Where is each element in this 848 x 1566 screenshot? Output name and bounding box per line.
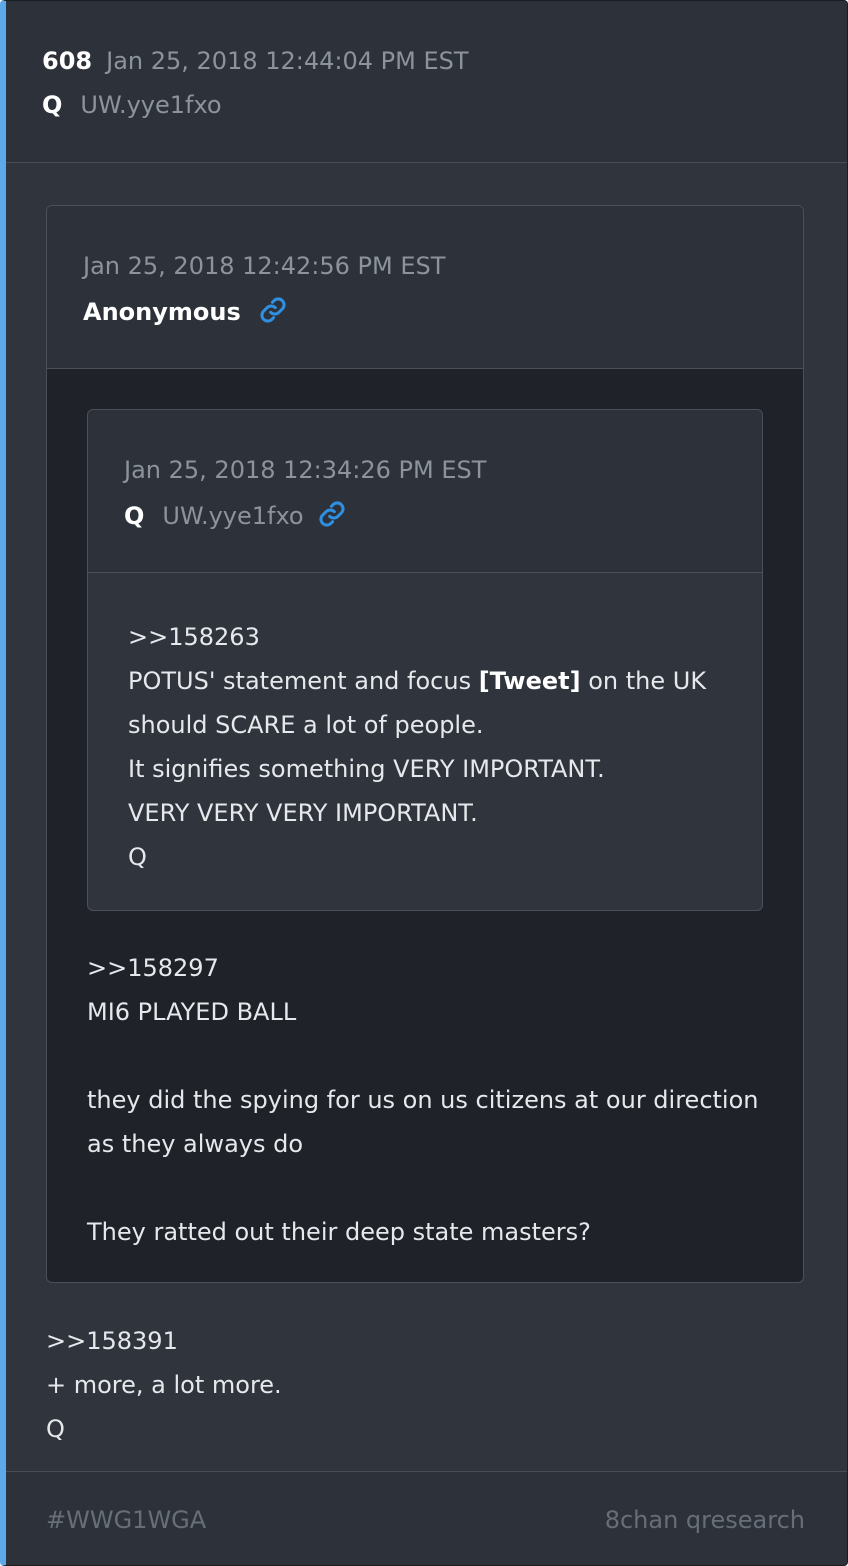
link-icon[interactable] xyxy=(318,500,346,534)
post-card: 608 Jan 25, 2018 12:44:04 PM EST Q UW.yye1… xyxy=(0,0,848,1566)
body-line: they did the spying for us on us citizen… xyxy=(87,1086,759,1114)
post-author-line: Q UW.yye1fxo xyxy=(42,91,222,119)
post-body: >>158391 + more, a lot more. Q xyxy=(46,1319,282,1451)
quoted-post-q: Jan 25, 2018 12:34:26 PM EST Q UW.yye1fxo… xyxy=(87,409,763,911)
reply-link[interactable]: >>158297 xyxy=(87,946,758,990)
post-header: 608 Jan 25, 2018 12:44:04 PM EST Q UW.yye1… xyxy=(6,1,847,163)
body-line: They ratted out their deep state masters… xyxy=(87,1218,591,1246)
body-line: VERY VERY VERY IMPORTANT. xyxy=(128,799,478,827)
quoted-post-header: Jan 25, 2018 12:42:56 PM EST Anonymous xyxy=(47,206,803,369)
body-line xyxy=(87,1034,758,1078)
nested-quote-tripcode: UW.yye1fxo xyxy=(162,502,304,530)
body-line: should SCARE a lot of people. xyxy=(128,711,484,739)
nested-quote-body: >>158263 POTUS' statement and focus [Twe… xyxy=(128,615,706,879)
nested-quote-author-line: Q UW.yye1fxo xyxy=(124,500,346,534)
quoted-post-author-line: Anonymous xyxy=(83,296,287,330)
body-line: Q xyxy=(46,1415,65,1443)
body-line: It signifies something VERY IMPORTANT. xyxy=(128,755,605,783)
post-tripcode: UW.yye1fxo xyxy=(80,91,222,119)
tweet-tag: [Tweet] xyxy=(478,667,581,695)
quoted-post-author: Anonymous xyxy=(83,298,241,326)
post-footer: #WWG1WGA 8chan qresearch xyxy=(6,1471,847,1565)
post-timestamp: Jan 25, 2018 12:44:04 PM EST xyxy=(106,47,469,75)
nested-quote-timestamp: Jan 25, 2018 12:34:26 PM EST xyxy=(124,456,487,484)
post-number[interactable]: 608 xyxy=(42,47,92,75)
body-line: as they always do xyxy=(87,1130,304,1158)
nested-quote-header: Jan 25, 2018 12:34:26 PM EST Q UW.yye1fxo xyxy=(88,410,762,573)
link-icon[interactable] xyxy=(259,296,287,330)
quoted-post-anonymous: Jan 25, 2018 12:42:56 PM EST Anonymous J… xyxy=(46,205,804,1283)
body-line: + more, a lot more. xyxy=(46,1371,282,1399)
quoted-post-timestamp: Jan 25, 2018 12:42:56 PM EST xyxy=(83,252,446,280)
hashtag[interactable]: #WWG1WGA xyxy=(46,1506,206,1534)
body-line xyxy=(87,1166,758,1210)
reply-link[interactable]: >>158263 xyxy=(128,615,706,659)
body-text-segment: POTUS' statement and focus xyxy=(128,667,479,695)
nested-quote-author: Q xyxy=(124,502,145,530)
post-meta-line: 608 Jan 25, 2018 12:44:04 PM EST xyxy=(42,47,469,75)
body-line: POTUS' statement and focus [Tweet] on th… xyxy=(128,659,706,703)
reply-link[interactable]: >>158391 xyxy=(46,1319,282,1363)
body-line: MI6 PLAYED BALL xyxy=(87,998,297,1026)
quoted-post-body: >>158297 MI6 PLAYED BALL they did the sp… xyxy=(87,946,758,1254)
source-label: 8chan qresearch xyxy=(604,1506,805,1534)
post-author: Q xyxy=(42,91,63,119)
body-text-segment: on the UK xyxy=(580,667,707,695)
body-line: Q xyxy=(128,843,147,871)
